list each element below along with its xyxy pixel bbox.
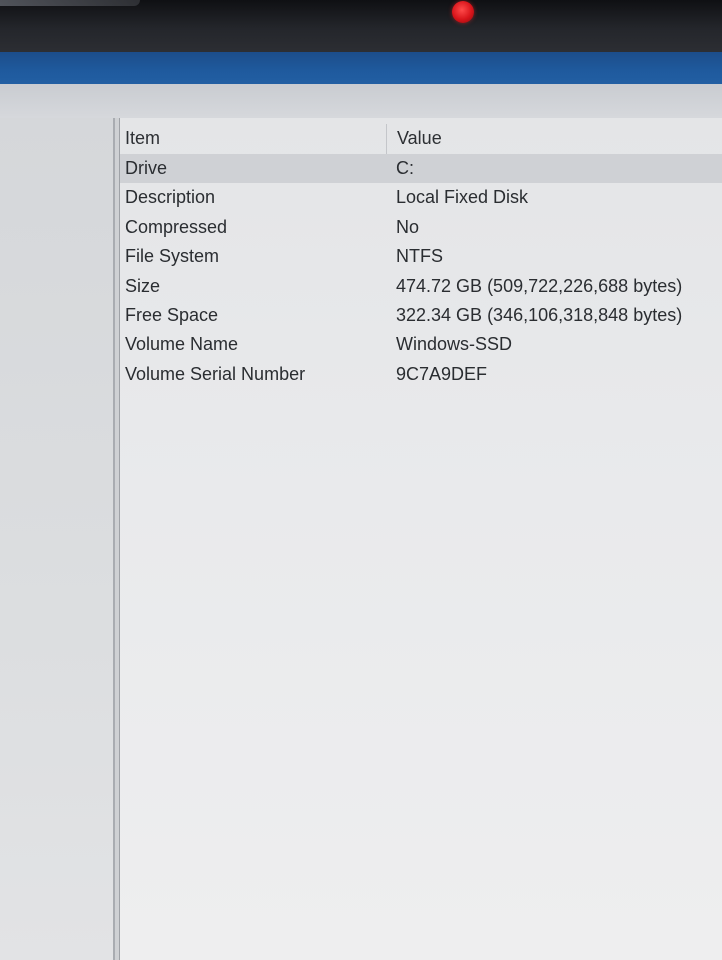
row-value: Local Fixed Disk [396, 187, 529, 208]
row-item-label: Description [125, 187, 216, 208]
row-item-label: Volume Serial Number [125, 363, 306, 384]
column-separator[interactable] [386, 124, 387, 154]
row-value: 9C7A9DEF [396, 363, 488, 384]
row-item-label: Size [125, 275, 161, 296]
row-item-label: Compressed [125, 216, 228, 237]
camera-led-icon [452, 1, 474, 23]
window-toolbar [0, 84, 722, 119]
table-row-compressed[interactable]: Compressed No [120, 213, 722, 242]
table-row-volume-serial-number[interactable]: Volume Serial Number 9C7A9DEF [120, 360, 722, 389]
table-row-description[interactable]: Description Local Fixed Disk [120, 183, 722, 212]
category-tree-pane[interactable] [0, 118, 115, 960]
table-row-size[interactable]: Size 474.72 GB (509,722,226,688 bytes) [120, 272, 722, 301]
row-item-label: Drive [125, 158, 168, 178]
list-header: Item Value [120, 124, 722, 155]
details-list-view[interactable]: Item Value Drive C: Description Local Fi… [120, 118, 722, 960]
window-title-bar[interactable] [0, 52, 722, 84]
bezel-reflection [0, 0, 140, 6]
row-value: Windows-SSD [396, 334, 513, 355]
list-rows: Drive C: Description Local Fixed Disk Co… [120, 154, 722, 389]
table-row-drive[interactable]: Drive C: [120, 154, 722, 184]
table-row-file-system[interactable]: File System NTFS [120, 242, 722, 271]
table-row-volume-name[interactable]: Volume Name Windows-SSD [120, 330, 722, 359]
monitor-bezel [0, 0, 722, 52]
row-value: No [396, 216, 420, 237]
table-row-free-space[interactable]: Free Space 322.34 GB (346,106,318,848 by… [120, 301, 722, 330]
row-item-label: Volume Name [125, 334, 239, 355]
column-header-item[interactable]: Item [125, 128, 160, 149]
row-item-label: Free Space [125, 304, 219, 325]
row-value: 322.34 GB (346,106,318,848 bytes) [396, 304, 683, 325]
row-value: NTFS [396, 246, 443, 267]
column-header-value[interactable]: Value [397, 128, 442, 149]
row-value: C: [396, 158, 414, 178]
row-item-label: File System [125, 246, 220, 267]
row-value: 474.72 GB (509,722,226,688 bytes) [396, 275, 683, 296]
